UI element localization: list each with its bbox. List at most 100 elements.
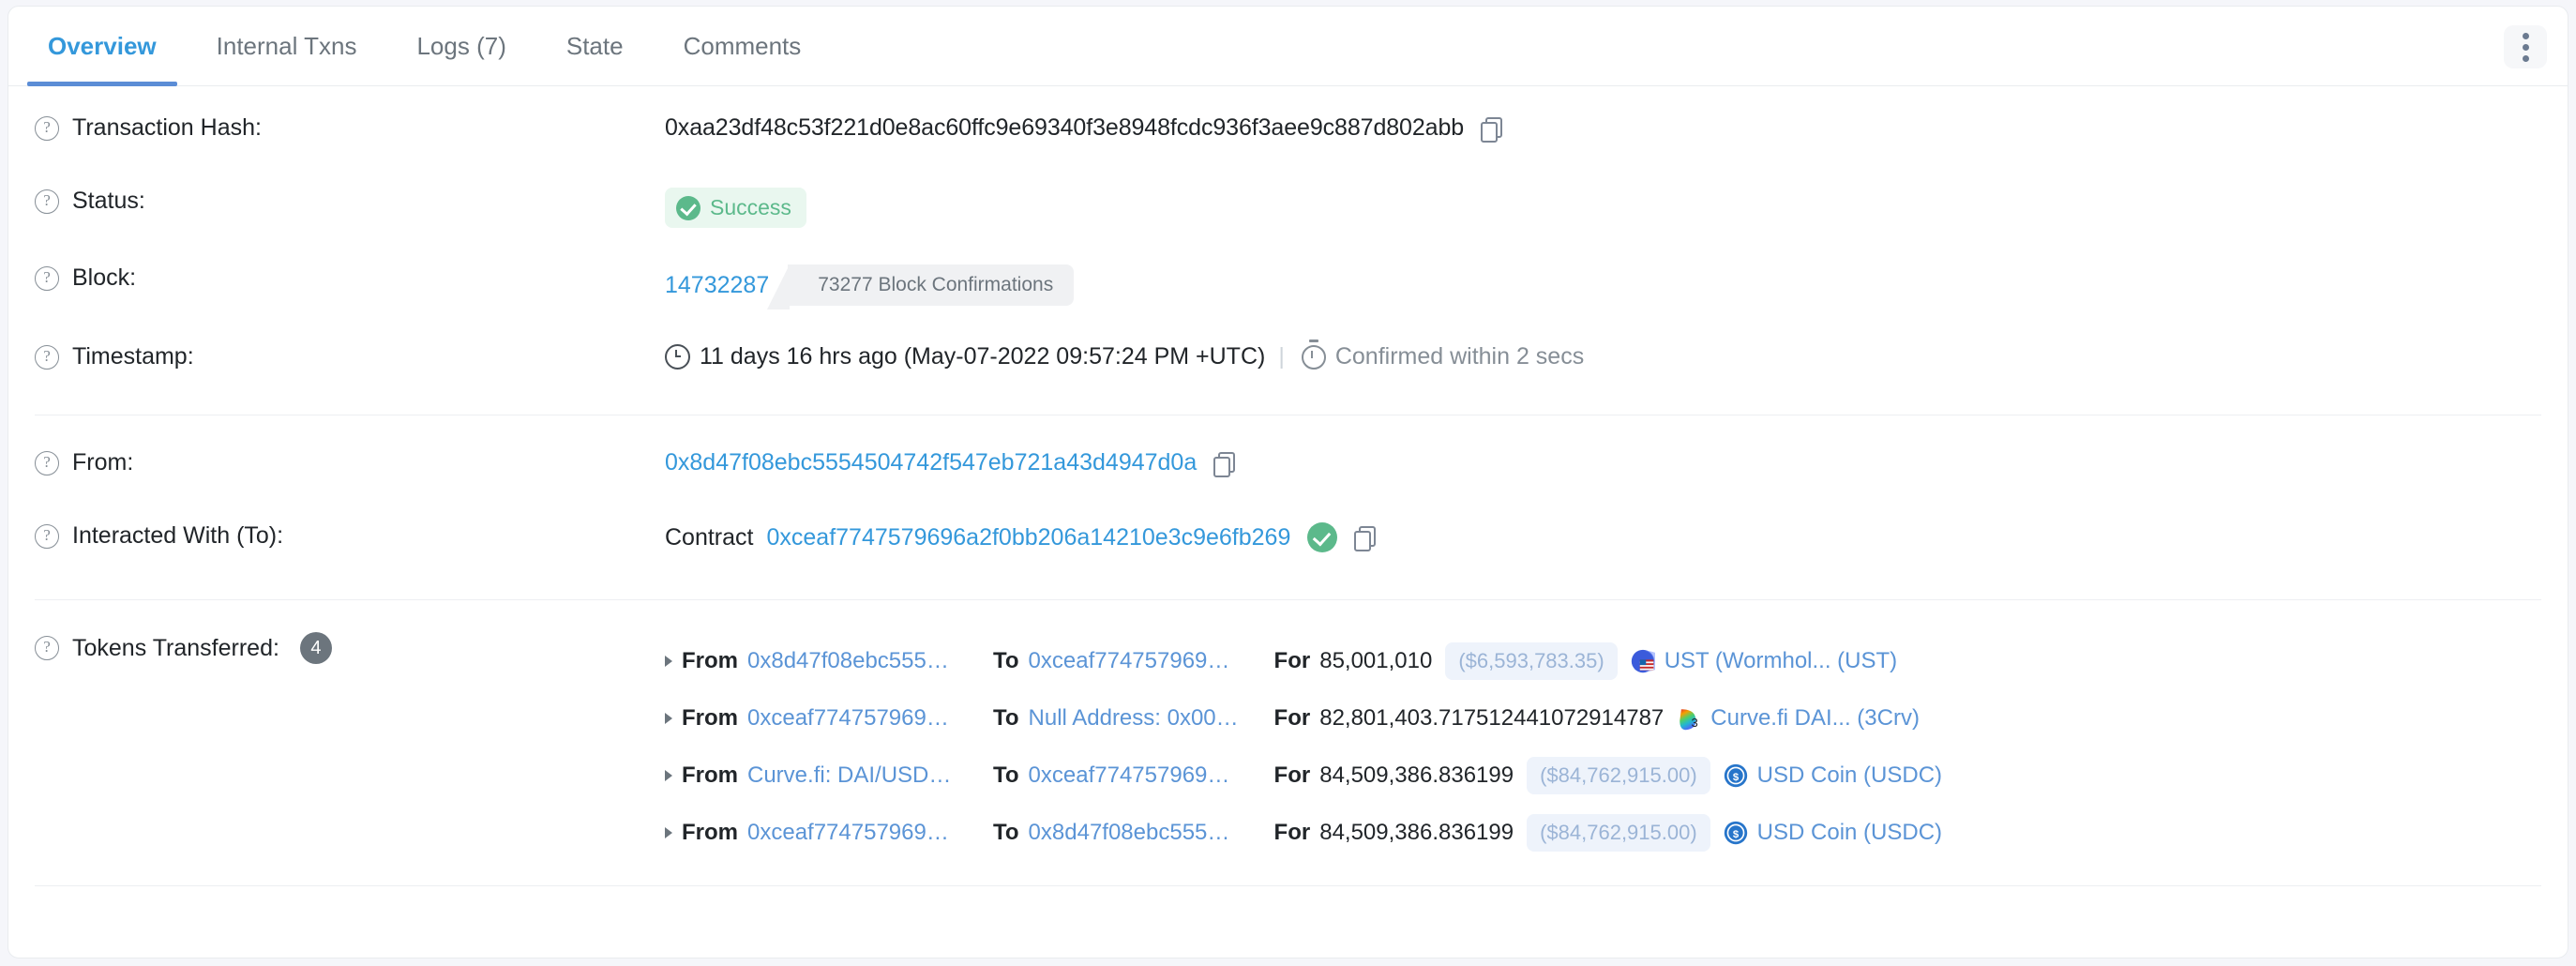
svg-text:$: $ (1733, 771, 1740, 782)
timestamp-label-cell: ? Timestamp: (8, 343, 665, 370)
transfer-token[interactable]: $ USD Coin (USDC) (1724, 820, 1942, 846)
tab-comments-label: Comments (683, 31, 802, 60)
block-confirmations-group: 14732287 73277 Block Confirmations (665, 264, 1075, 309)
transfer-token-label: USD Coin (USDC) (1756, 762, 1943, 788)
question-mark-icon[interactable]: ? (35, 636, 59, 660)
from-keyword: From (682, 647, 738, 673)
block-label: Block: (72, 264, 137, 291)
transaction-hash-value: 0xaa23df48c53f221d0e8ac60ffc9e69340f3e89… (665, 114, 1465, 141)
transfer-to-address[interactable]: 0xceaf774757969… (1029, 762, 1261, 789)
block-number-link[interactable]: 14732287 (665, 272, 769, 299)
tab-comments[interactable]: Comments (654, 7, 832, 85)
tab-internal-txns[interactable]: Internal Txns (187, 7, 387, 85)
from-keyword: From (682, 762, 738, 788)
transfer-token[interactable]: 3 Curve.fi DAI... (3Crv) (1677, 705, 1920, 732)
transaction-hash-label: Transaction Hash: (72, 114, 262, 141)
transfer-from-address[interactable]: Curve.fi: DAI/USD… (747, 762, 980, 789)
row-block: ? Block: 14732287 73277 Block Confirmati… (8, 244, 2568, 323)
tokens-transferred-label-cell: ? Tokens Transferred: 4 (8, 632, 665, 664)
row-timestamp: ? Timestamp: 11 days 16 hrs ago (May-07-… (8, 323, 2568, 401)
status-value-cell: Success (665, 188, 2568, 228)
transfer-usd-value: ($6,593,783.35) (1445, 641, 1618, 680)
kebab-dot-icon (2522, 32, 2529, 39)
token-transfer-row: From 0xceaf774757969… To Null Address: 0… (665, 689, 1942, 747)
status-label: Status: (72, 188, 145, 214)
svg-text:$: $ (1733, 828, 1740, 839)
question-mark-icon[interactable]: ? (35, 523, 59, 549)
expand-caret-icon[interactable] (665, 769, 672, 781)
tokens-transferred-count-badge: 4 (299, 632, 332, 664)
block-value-cell: 14732287 73277 Block Confirmations (665, 264, 2568, 309)
expand-caret-icon[interactable] (665, 655, 672, 667)
copy-icon[interactable] (1354, 526, 1377, 551)
transfer-to-address[interactable]: 0x8d47f08ebc555… (1029, 820, 1261, 846)
transfer-token[interactable]: $ USD Coin (USDC) (1724, 762, 1942, 789)
copy-icon[interactable] (1213, 451, 1236, 477)
transfer-from-address[interactable]: 0xceaf774757969… (747, 705, 980, 732)
from-value-cell: 0x8d47f08ebc5554504742f547eb721a43d4947d… (665, 449, 2568, 477)
token-transfer-row: From Curve.fi: DAI/USD… To 0xceaf7747579… (665, 747, 1942, 804)
transfer-from-address[interactable]: 0xceaf774757969… (747, 820, 980, 846)
transfer-amount: 84,509,386.836199 (1319, 819, 1514, 845)
check-circle-icon (676, 195, 700, 220)
from-address-link[interactable]: 0x8d47f08ebc5554504742f547eb721a43d4947d… (665, 449, 1197, 476)
kebab-menu-button[interactable] (2504, 25, 2547, 68)
question-mark-icon[interactable]: ? (35, 344, 59, 370)
expand-caret-icon[interactable] (665, 826, 672, 838)
transfer-to-address[interactable]: 0xceaf774757969… (1029, 648, 1261, 674)
from-keyword: From (682, 819, 738, 845)
from-label-cell: ? From: (8, 449, 665, 476)
to-keyword: To (993, 647, 1019, 673)
contract-prefix: Contract (665, 523, 754, 551)
tab-bar: Overview Internal Txns Logs (7) State Co… (8, 7, 2568, 86)
row-from: ? From: 0x8d47f08ebc5554504742f547eb721a… (8, 415, 2568, 502)
transfer-amount: 84,509,386.836199 (1319, 762, 1514, 788)
token-transfer-row: From 0x8d47f08ebc555… To 0xceaf774757969… (665, 632, 1942, 689)
usdc-icon: $ (1724, 763, 1747, 787)
question-mark-icon[interactable]: ? (35, 189, 59, 214)
transfer-token-label: Curve.fi DAI... (3Crv) (1710, 704, 1920, 731)
question-mark-icon[interactable]: ? (35, 265, 59, 291)
clock-icon (665, 344, 690, 370)
tab-state[interactable]: State (536, 7, 654, 85)
copy-icon[interactable] (1481, 116, 1503, 143)
curve-fi-icon: 3 (1680, 708, 1698, 730)
transfer-usd-value: ($84,762,915.00) (1527, 813, 1710, 852)
transfer-from-address[interactable]: 0x8d47f08ebc555… (747, 648, 980, 674)
transaction-hash-value-cell: 0xaa23df48c53f221d0e8ac60ffc9e69340f3e89… (665, 114, 2568, 143)
transfer-to-address[interactable]: Null Address: 0x00… (1029, 705, 1261, 732)
row-transaction-hash: ? Transaction Hash: 0xaa23df48c53f221d0e… (8, 86, 2568, 167)
row-tokens-transferred: ? Tokens Transferred: 4 From 0x8d47f08eb… (8, 600, 2568, 861)
tab-logs-label: Logs (7) (416, 31, 506, 60)
for-keyword: For (1273, 647, 1311, 673)
tab-logs[interactable]: Logs (7) (386, 7, 535, 85)
usdc-icon: $ (1724, 821, 1747, 844)
from-label: From: (72, 449, 134, 475)
stopwatch-icon (1301, 339, 1326, 370)
expand-caret-icon[interactable] (665, 712, 672, 724)
question-mark-icon[interactable]: ? (35, 450, 59, 475)
transfer-usd-value: ($84,762,915.00) (1527, 756, 1710, 794)
transfer-token[interactable]: UST (Wormhol... (UST) (1631, 648, 1897, 674)
kebab-dot-icon (2522, 54, 2529, 62)
tab-state-label: State (565, 31, 624, 60)
question-mark-icon[interactable]: ? (35, 115, 59, 141)
kebab-dot-icon (2522, 43, 2529, 51)
tokens-transferred-label: Tokens Transferred: (72, 634, 279, 661)
timestamp-value-cell: 11 days 16 hrs ago (May-07-2022 09:57:24… (665, 339, 2568, 370)
for-keyword: For (1273, 819, 1311, 845)
to-keyword: To (993, 704, 1019, 731)
for-keyword: For (1273, 704, 1311, 731)
svg-text:3: 3 (1692, 715, 1698, 729)
transfer-token-label: UST (Wormhol... (UST) (1664, 647, 1898, 673)
timestamp-separator: | (1278, 343, 1285, 370)
interacted-with-label: Interacted With (To): (72, 522, 284, 549)
status-label-cell: ? Status: (8, 188, 665, 215)
token-transfer-row: From 0xceaf774757969… To 0x8d47f08ebc555… (665, 804, 1942, 861)
tab-overview[interactable]: Overview (18, 7, 187, 86)
transfer-amount: 85,001,010 (1319, 647, 1433, 673)
token-transfer-list: From 0x8d47f08ebc555… To 0xceaf774757969… (665, 632, 1942, 861)
to-keyword: To (993, 819, 1019, 845)
timestamp-label: Timestamp: (72, 343, 194, 370)
contract-address-link[interactable]: 0xceaf7747579696a2f0bb206a14210e3c9e6fb2… (766, 524, 1290, 551)
